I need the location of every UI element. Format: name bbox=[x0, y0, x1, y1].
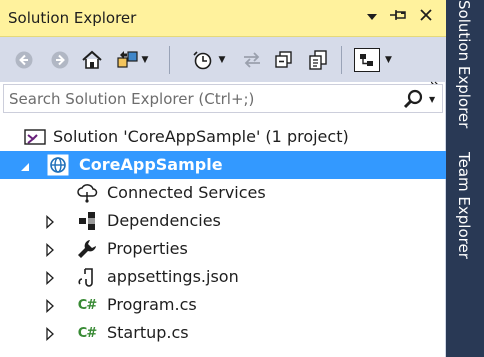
panel-title: Solution Explorer bbox=[8, 9, 137, 27]
tree-row-connected-services[interactable]: Connected Services bbox=[0, 179, 446, 207]
tree-item-label: Connected Services bbox=[107, 183, 266, 202]
expand-icon[interactable] bbox=[45, 214, 57, 229]
pin-icon[interactable] bbox=[389, 8, 409, 28]
search-input[interactable] bbox=[9, 88, 389, 109]
json-file-icon bbox=[76, 266, 98, 288]
expand-icon[interactable] bbox=[45, 298, 57, 313]
wrench-icon bbox=[76, 238, 98, 260]
sync-icon[interactable] bbox=[240, 48, 264, 72]
tree-row-startup[interactable]: C# Startup.cs bbox=[0, 319, 446, 347]
connected-services-icon bbox=[76, 182, 98, 204]
forward-icon[interactable] bbox=[48, 48, 72, 72]
search-options-icon[interactable]: ▼ bbox=[429, 95, 435, 104]
tree-item-label: Dependencies bbox=[107, 211, 221, 230]
solution-label: Solution 'CoreAppSample' (1 project) bbox=[53, 127, 349, 146]
tree-row-solution[interactable]: Solution 'CoreAppSample' (1 project) bbox=[0, 123, 446, 151]
tree-row-properties[interactable]: Properties bbox=[0, 235, 446, 263]
tree-row-program[interactable]: C# Program.cs bbox=[0, 291, 446, 319]
collapse-all-icon[interactable] bbox=[272, 48, 296, 72]
search-icon[interactable] bbox=[402, 88, 424, 114]
pending-changes-filter-icon[interactable]: ▼ bbox=[184, 48, 232, 72]
side-tab-team-explorer[interactable]: Team Explorer bbox=[447, 152, 484, 272]
show-all-files-icon[interactable]: ▼ bbox=[349, 48, 397, 72]
home-icon[interactable] bbox=[80, 48, 104, 72]
tree-row-project[interactable]: CoreAppSample bbox=[0, 151, 446, 179]
tree-item-label: Properties bbox=[107, 239, 188, 258]
search-box[interactable]: ▼ bbox=[3, 84, 443, 113]
toolbar: ▼ ▼ ▼ bbox=[0, 37, 446, 89]
project-label: CoreAppSample bbox=[79, 155, 223, 174]
side-tab-label: Team Explorer bbox=[455, 152, 473, 259]
side-tab-solution-explorer[interactable]: Solution Explorer bbox=[447, 0, 484, 140]
title-bar: Solution Explorer bbox=[0, 0, 446, 37]
csharp-file-icon: C# bbox=[77, 297, 97, 313]
expand-icon[interactable] bbox=[45, 326, 57, 341]
csharp-file-icon: C# bbox=[77, 325, 97, 341]
copy-icon[interactable] bbox=[305, 48, 331, 72]
toolbar-separator bbox=[169, 46, 170, 74]
tree-item-label: Startup.cs bbox=[107, 323, 189, 342]
toolbar-separator bbox=[341, 46, 342, 74]
tree-item-label: Program.cs bbox=[107, 295, 197, 314]
close-icon[interactable] bbox=[416, 8, 436, 28]
tree-row-dependencies[interactable]: Dependencies bbox=[0, 207, 446, 235]
side-tab-label: Solution Explorer bbox=[455, 0, 473, 129]
collapse-icon[interactable] bbox=[19, 158, 31, 172]
solution-icon bbox=[24, 126, 46, 148]
dependencies-icon bbox=[76, 210, 98, 232]
switch-views-icon[interactable]: ▼ bbox=[112, 48, 152, 72]
expand-icon[interactable] bbox=[45, 270, 57, 285]
tree-item-label: appsettings.json bbox=[107, 267, 239, 286]
solution-explorer-panel: Solution Explorer ▼ ▼ ▼ Search Solution … bbox=[0, 0, 446, 357]
web-project-icon bbox=[47, 154, 69, 176]
dropdown-arrow-icon[interactable] bbox=[362, 8, 382, 28]
tree-row-appsettings[interactable]: appsettings.json bbox=[0, 263, 446, 291]
expand-icon[interactable] bbox=[45, 242, 57, 257]
back-icon[interactable] bbox=[12, 48, 36, 72]
